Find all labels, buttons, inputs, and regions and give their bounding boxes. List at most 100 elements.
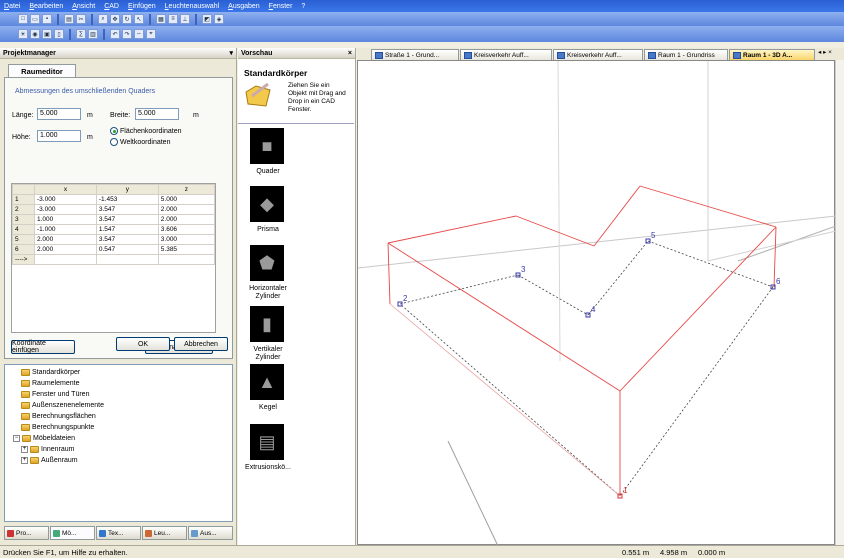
grid-cell-y[interactable]: 3.547 [95,234,159,245]
tree-item[interactable]: + Innenraum [21,446,74,453]
tree-item[interactable]: + Außenraum [21,457,78,464]
luminaire-icon[interactable]: ◉ [30,29,40,39]
tree-item[interactable]: Raumelemente [21,380,79,387]
table-row[interactable]: 3 1.000 3.547 2.000 [12,214,216,225]
redo-icon[interactable]: ↷ [122,29,132,39]
tab-scroll-arrows[interactable]: ◂ ▸ × [818,48,832,56]
shape-3[interactable]: ▮ [250,306,284,342]
open-folder-icon[interactable]: ▭ [30,14,40,24]
grid-cell-y[interactable]: 3.547 [95,214,159,225]
tree-item[interactable]: − Möbeldateien [13,435,75,442]
expand-icon[interactable]: + [21,446,28,453]
tree-item[interactable]: Fenster und Türen [21,391,89,398]
hoehe-input[interactable]: 1.000 [37,130,81,142]
door-icon[interactable]: ▯ [54,29,64,39]
view-tab-4[interactable]: Raum 1 - 3D A... [729,49,815,60]
view-tab-1[interactable]: Kreisverkehr Auff... [460,49,552,60]
grid-icon[interactable]: ▦ [156,14,166,24]
shape-4[interactable]: ▲ [250,364,284,400]
view-tab-3[interactable]: Raum 1 - Grundriss [644,49,728,60]
table-row[interactable]: 5 2.000 3.547 3.000 [12,234,216,245]
shape-1[interactable]: ◆ [250,186,284,222]
bottom-tab-0[interactable]: Pro... [4,526,49,540]
new-file-icon[interactable]: □ [18,14,28,24]
grid-cell-y[interactable]: -1.453 [95,194,159,205]
undo-icon[interactable]: ↶ [110,29,120,39]
menu-item-0[interactable]: Datei [4,3,20,10]
expand-icon[interactable]: + [21,457,28,464]
cut-icon[interactable]: ✂ [76,14,86,24]
rotate-icon[interactable]: ↻ [122,14,132,24]
select-icon[interactable]: ↖ [134,14,144,24]
breite-input[interactable]: 5.000 [135,108,179,120]
grid-cell-y[interactable]: 3.547 [95,204,159,215]
tree-item[interactable]: Standardkörper [21,369,80,376]
grid-cell-z[interactable]: 5.385 [157,244,216,255]
collapse-icon[interactable]: − [13,435,20,442]
zoom-icon[interactable]: ⌕ [98,14,108,24]
view-tab-2[interactable]: Kreisverkehr Auff... [553,49,643,60]
bottom-tab-4[interactable]: Aus... [188,526,233,540]
shape-0[interactable]: ■ [250,128,284,164]
menu-item-2[interactable]: Ansicht [72,3,95,10]
menu-item-7[interactable]: Fenster [269,3,293,10]
menu-item-1[interactable]: Bearbeiten [29,3,63,10]
table-row[interactable]: 1 -3.000 -1.453 5.000 [12,194,216,205]
grid-cell-x[interactable]: -3.000 [34,194,97,205]
grid-cell-x[interactable]: 2.000 [34,244,97,255]
grid-cell-z[interactable]: 3.000 [157,234,216,245]
bottom-tab-2[interactable]: Tex... [96,526,141,540]
save-icon[interactable]: ▪ [42,14,52,24]
abbrechen-button[interactable]: Abbrechen [174,337,228,351]
bottom-tab-3[interactable]: Leu... [142,526,187,540]
grid-cell-x[interactable]: -3.000 [34,204,97,215]
grid-cell-y[interactable]: 1.547 [95,224,159,235]
menu-item-5[interactable]: Leuchtenauswahl [165,3,220,10]
pan-icon[interactable]: ✥ [110,14,120,24]
viewport-scrollbar[interactable] [835,60,844,545]
chart-icon[interactable]: ▥ [88,29,98,39]
grid-cell-y[interactable]: 0.547 [95,244,159,255]
grid-cell-z[interactable]: 5.000 [157,194,216,205]
close-icon[interactable]: × [348,50,352,57]
view-tab-0[interactable]: Straße 1 - Grund... [371,49,459,60]
calc-icon[interactable]: ∑ [76,29,86,39]
view-3d-icon[interactable]: ◩ [202,14,212,24]
tree-item[interactable]: Berechnungspunkte [21,424,94,431]
light-icon[interactable]: ☀ [18,29,28,39]
laenge-input[interactable]: 5.000 [37,108,81,120]
grid-cell-x[interactable]: 2.000 [34,234,97,245]
shape-2[interactable]: ⬟ [250,245,284,281]
radio-weltkoordinaten[interactable]: Weltkoordinaten [110,138,170,146]
snap-icon[interactable]: ⌖ [146,29,156,39]
grid-cell-x[interactable]: -1.000 [34,224,97,235]
tree-item[interactable]: Außenszenenelemente [21,402,104,409]
3d-viewport[interactable]: 1 2 3 4 5 6 [357,60,837,547]
print-icon[interactable]: ▤ [64,14,74,24]
table-row[interactable]: 6 2.000 0.547 5.385 [12,244,216,255]
tab-raumeditor[interactable]: Raumeditor [8,64,76,77]
radio-flaechenkoordinaten[interactable]: Flächenkoordinaten [110,127,182,135]
menu-item-6[interactable]: Ausgaben [228,3,260,10]
coordinate-grid[interactable]: xyz 1 -3.000 -1.453 5.000 2 -3.000 3.547 2.000 3… [11,183,216,333]
table-row[interactable]: 2 -3.000 3.547 2.000 [12,204,216,215]
align-icon[interactable]: ⇔ [134,29,144,39]
bottom-tab-1[interactable]: Mö... [50,526,95,540]
pin-icon[interactable]: ▾ [229,49,233,57]
ok-button[interactable]: OK [116,337,170,351]
menu-item-4[interactable]: Einfügen [128,3,156,10]
menu-item-8[interactable]: ? [301,3,305,10]
shape-5[interactable]: ▤ [250,424,284,460]
koordinate-einfuegen-button[interactable]: Koordinate einfügen [11,340,75,354]
grid-cell-z[interactable]: 2.000 [157,204,216,215]
layer-icon[interactable]: ≡ [168,14,178,24]
table-row[interactable]: 4 -1.000 1.547 3.606 [12,224,216,235]
room-icon[interactable]: ▣ [42,29,52,39]
table-row-new[interactable]: ----> [12,254,216,265]
tree-item[interactable]: Berechnungsflächen [21,413,96,420]
render-icon[interactable]: ◈ [214,14,224,24]
grid-cell-x[interactable]: 1.000 [34,214,97,225]
grid-cell-z[interactable]: 3.606 [157,224,216,235]
grid-cell-z[interactable]: 2.000 [157,214,216,225]
menu-item-3[interactable]: CAD [104,3,119,10]
